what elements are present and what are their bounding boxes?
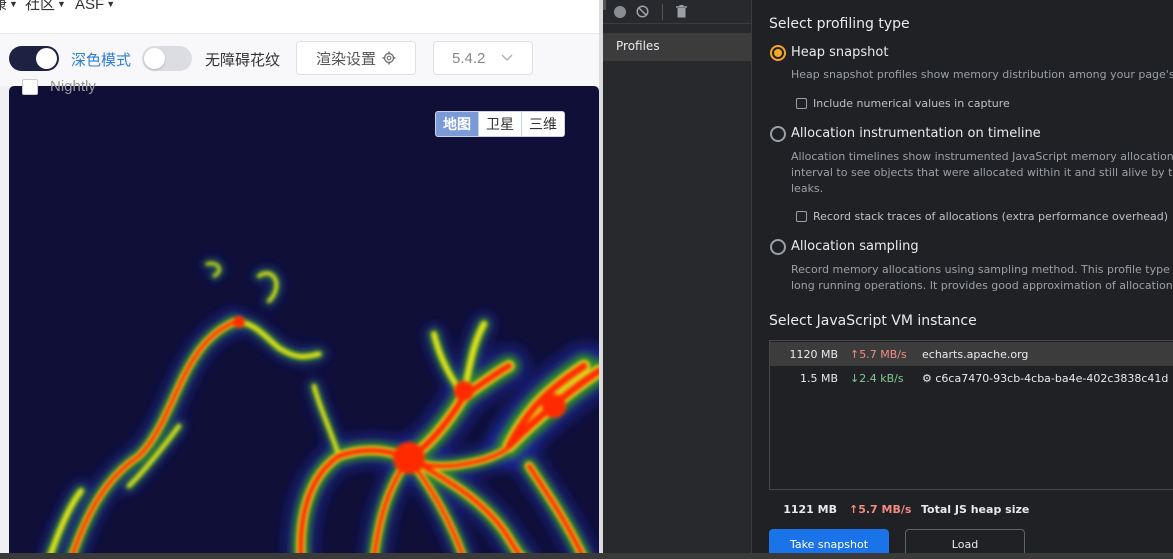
chevron-down-icon	[501, 54, 513, 61]
vm-heap-size: 1.5 MB	[799, 372, 838, 385]
profiler-launcher: Select profiling type Heap snapshot Heap…	[753, 0, 1173, 559]
allocation-sampling-description-line2: long running operations. It provides goo…	[791, 279, 1173, 292]
clear-icon[interactable]	[636, 5, 649, 18]
toggle-knob	[36, 48, 57, 69]
render-settings-button[interactable]: 渲染设置	[296, 41, 416, 75]
allocation-timeline-description-line3: leaks.	[791, 182, 824, 195]
caret-down-icon: ▼	[57, 0, 66, 9]
total-heap-size: 1121 MB	[783, 503, 837, 516]
heap-snapshot-radio[interactable]	[770, 45, 786, 61]
total-heap-summary: 1121 MB ↑5.7 MB/s Total JS heap size	[769, 503, 1173, 519]
vm-instance-name: ⚙ c6ca7470-93cb-4cba-ba4e-402c3838c41d	[922, 372, 1169, 385]
allocation-sampling-radio[interactable]	[770, 239, 786, 255]
version-select[interactable]: 5.4.2	[433, 41, 533, 75]
vm-instance-title: Select JavaScript VM instance	[769, 313, 977, 329]
nav-item-community[interactable]: 社区 ▼	[25, 0, 66, 14]
record-icon[interactable]	[614, 5, 626, 18]
accessibility-pattern-toggle[interactable]	[142, 46, 192, 71]
version-value: 5.4.2	[452, 49, 486, 67]
numerical-values-label: Include numerical values in capture	[813, 97, 1010, 110]
allocation-timeline-description-line2: interval to see objects that were alloca…	[791, 166, 1173, 179]
echarts-page: 康▼ 社区▼ ASF▼ 深色模式 无障碍花纹 渲染设置 5.4.2 Nightl…	[0, 0, 603, 559]
vm-heap-size: 1120 MB	[789, 348, 838, 361]
window-bottom-edge	[0, 553, 1173, 559]
vm-heap-rate: ↓2.4 kB/s	[850, 372, 904, 385]
map-type-3d-button[interactable]: 三维	[521, 112, 564, 136]
numerical-values-checkbox[interactable]	[796, 98, 807, 109]
total-heap-rate: ↑5.7 MB/s	[849, 503, 912, 516]
profiling-type-title: Select profiling type	[769, 16, 910, 32]
heap-snapshot-label: Heap snapshot	[791, 45, 889, 60]
accessibility-pattern-label: 无障碍花纹	[205, 52, 281, 69]
nightly-option[interactable]: Nightly	[22, 78, 96, 95]
vm-instance-row[interactable]: 1.5 MB ↓2.4 kB/s ⚙ c6ca7470-93cb-4cba-ba…	[770, 366, 1173, 390]
heatmap-canvas	[38, 258, 599, 559]
top-nav: 康▼ 社区▼ ASF▼	[0, 0, 603, 34]
sidebar-item-profiles[interactable]: Profiles	[603, 33, 752, 61]
vm-heap-rate: ↑5.7 MB/s	[850, 348, 907, 361]
map-type-road-button[interactable]: 地图	[436, 112, 478, 136]
devtools-memory-panel: Profiles Select profiling type Heap snap…	[603, 0, 1173, 559]
heat-hotspot	[393, 442, 425, 474]
allocation-sampling-description-line1: Record memory allocations using sampling…	[791, 263, 1173, 276]
heat-hotspot	[542, 394, 566, 418]
map-type-satellite-button[interactable]: 卫星	[478, 112, 521, 136]
allocation-timeline-description-line1: Allocation timelines show instrumented J…	[791, 150, 1173, 163]
dark-mode-label: 深色模式	[71, 52, 132, 69]
nightly-checkbox[interactable]	[22, 78, 38, 95]
allocation-sampling-label: Allocation sampling	[791, 239, 919, 254]
nav-item-label: 康	[0, 0, 7, 13]
trash-icon[interactable]	[676, 5, 687, 18]
heat-hotspot	[233, 316, 245, 328]
dark-mode-toggle[interactable]	[9, 46, 59, 71]
allocation-timeline-radio[interactable]	[770, 126, 786, 142]
nav-item-resources[interactable]: 康▼	[0, 0, 18, 14]
toggle-knob	[144, 48, 165, 69]
profiler-toolbar	[603, 0, 752, 24]
vm-instance-row[interactable]: 1120 MB ↑5.7 MB/s echarts.apache.org	[770, 342, 1173, 366]
toolbar-divider	[662, 3, 663, 20]
vm-instance-list: 1120 MB ↑5.7 MB/s echarts.apache.org 1.5…	[769, 340, 1173, 490]
caret-down-icon: ▼	[106, 0, 116, 9]
total-heap-label: Total JS heap size	[921, 503, 1030, 516]
heat-layers	[38, 258, 599, 559]
map-type-switch: 地图 卫星 三维	[435, 111, 565, 137]
allocation-timeline-label: Allocation instrumentation on timeline	[791, 126, 1041, 141]
render-settings-label: 渲染设置	[315, 50, 376, 68]
profiles-sidebar: Profiles	[603, 0, 752, 559]
nav-item-asf[interactable]: ASF ▼	[75, 0, 115, 14]
caret-down-icon: ▼	[9, 0, 18, 9]
heatmap-chart[interactable]: 地图 卫星 三维	[9, 86, 599, 559]
vm-instance-name: echarts.apache.org	[922, 348, 1029, 361]
stack-traces-checkbox[interactable]	[796, 211, 807, 222]
gear-icon	[382, 51, 396, 65]
nightly-label: Nightly	[50, 78, 96, 95]
nav-item-label: 社区	[25, 0, 56, 13]
nav-item-label: ASF	[75, 0, 105, 13]
heat-hotspot	[454, 381, 474, 401]
stack-traces-label: Record stack traces of allocations (extr…	[813, 210, 1169, 223]
heap-snapshot-description: Heap snapshot profiles show memory distr…	[791, 68, 1173, 81]
